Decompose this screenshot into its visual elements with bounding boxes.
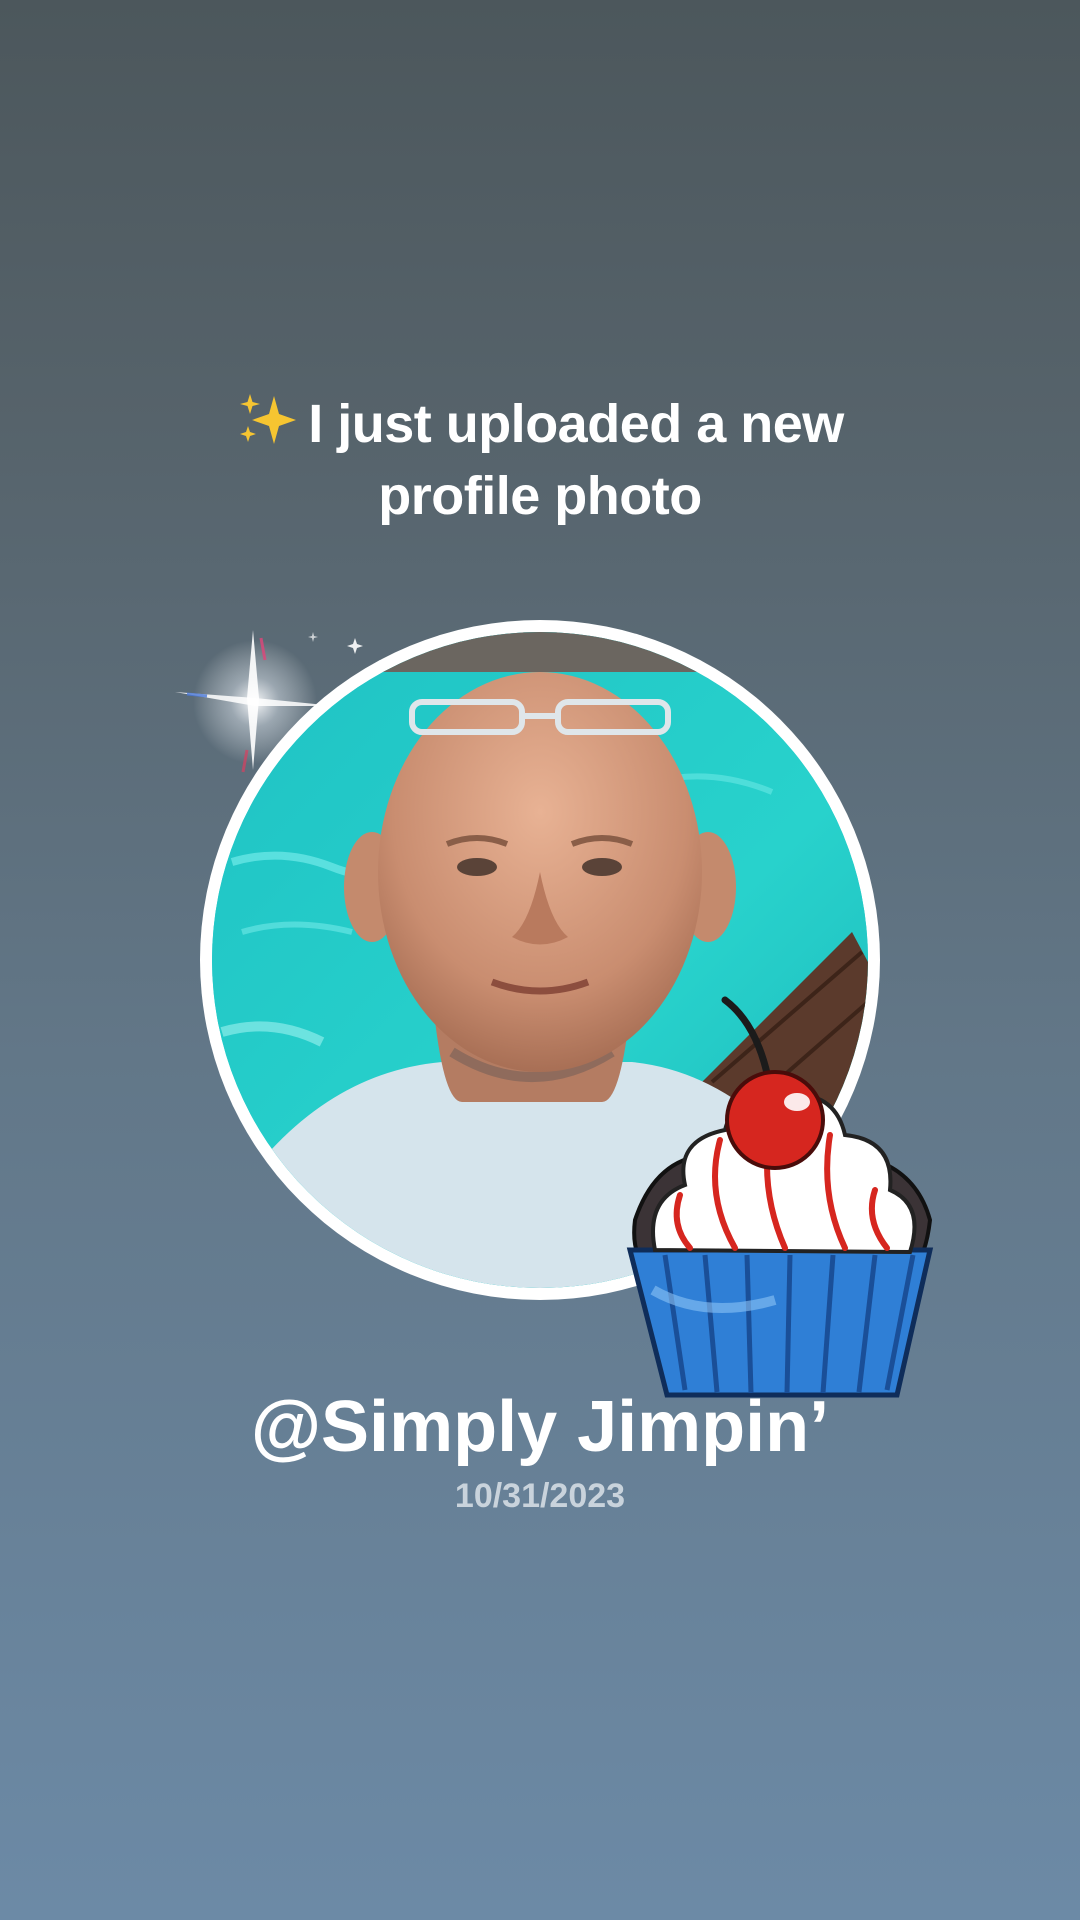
post-date: 10/31/2023: [454, 1477, 626, 1515]
sparkles-icon: [236, 392, 298, 448]
username: @Simply Jimpin’: [250, 1387, 830, 1467]
announcement-headline: I just uploaded a new profile photo: [140, 388, 940, 532]
headline-line-2: profile photo: [378, 466, 702, 526]
cupcake-with-cherry-icon: [625, 990, 935, 1410]
headline-line-1: I just uploaded a new: [308, 394, 844, 454]
